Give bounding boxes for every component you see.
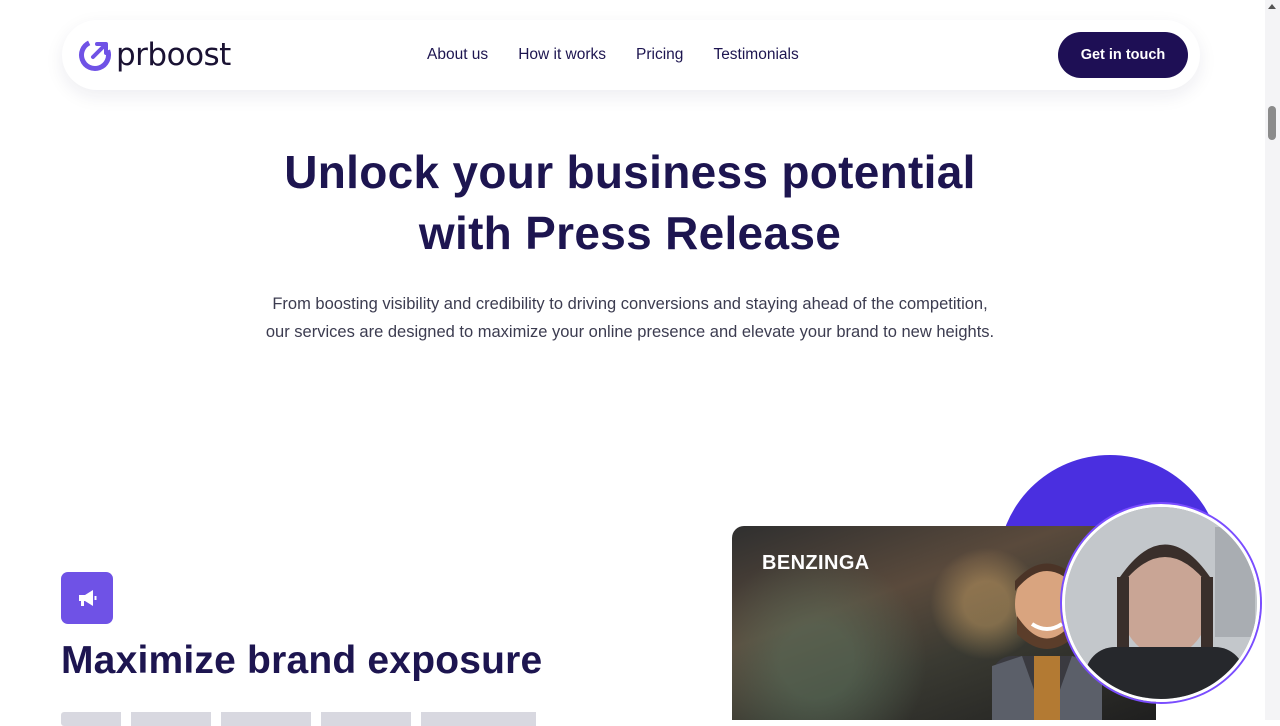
site-header: prboost About us How it works Pricing Te…: [62, 20, 1200, 90]
hero-title: Unlock your business potential with Pres…: [140, 142, 1120, 264]
webcam-overlay: [1062, 504, 1260, 702]
photo-brand-label: BENZINGA: [762, 552, 870, 574]
hero-title-line2: with Press Release: [418, 207, 842, 259]
feature-description-cutoff: [61, 712, 561, 726]
presenter-image: [1065, 507, 1257, 699]
nav-pricing[interactable]: Pricing: [636, 46, 683, 64]
get-in-touch-button[interactable]: Get in touch: [1058, 32, 1188, 78]
feature-title: Maximize brand exposure: [61, 639, 543, 682]
nav-about-us[interactable]: About us: [427, 46, 488, 64]
hero-subtitle: From boosting visibility and credibility…: [265, 295, 995, 341]
nav-how-it-works[interactable]: How it works: [518, 46, 606, 64]
megaphone-icon: [61, 572, 113, 624]
logo-mark-icon: [79, 39, 111, 71]
scroll-thumb[interactable]: [1268, 106, 1276, 140]
page-scrollbar[interactable]: [1265, 0, 1280, 720]
main-nav: About us How it works Pricing Testimonia…: [427, 20, 829, 90]
logo[interactable]: prboost: [78, 36, 231, 74]
nav-testimonials[interactable]: Testimonials: [713, 46, 798, 64]
logo-text: prboost: [116, 37, 231, 73]
hero-title-line1: Unlock your business potential: [284, 146, 976, 198]
scroll-up-arrow-icon[interactable]: [1268, 4, 1276, 9]
